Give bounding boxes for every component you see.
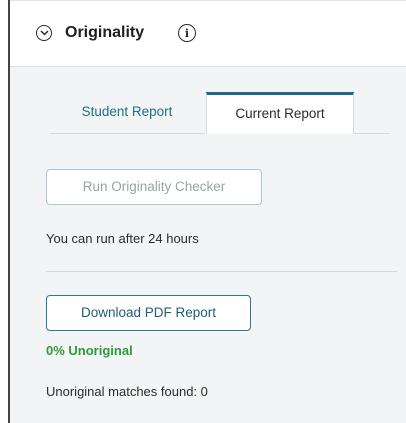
info-glyph: i bbox=[184, 26, 190, 40]
chevron-down-circle-icon[interactable] bbox=[36, 25, 52, 41]
tab-student-report[interactable]: Student Report bbox=[50, 92, 204, 134]
section-divider bbox=[46, 271, 397, 272]
chevron-down-icon bbox=[39, 30, 49, 36]
download-pdf-report-button[interactable]: Download PDF Report bbox=[46, 295, 251, 331]
tab-current-report-label: Current Report bbox=[235, 106, 325, 121]
download-pdf-report-label: Download PDF Report bbox=[80, 305, 217, 320]
run-originality-checker-label: Run Originality Checker bbox=[82, 179, 226, 194]
panel-title: Originality bbox=[65, 24, 145, 41]
tab-current-report[interactable]: Current Report bbox=[206, 92, 354, 134]
availability-note: You can run after 24 hours bbox=[46, 231, 199, 246]
tab-student-report-label: Student Report bbox=[81, 104, 173, 119]
unoriginal-matches-count: Unoriginal matches found: 0 bbox=[46, 384, 208, 399]
run-originality-checker-button: Run Originality Checker bbox=[46, 169, 262, 205]
unoriginal-score: 0% Unoriginal bbox=[46, 343, 133, 358]
info-icon[interactable]: i bbox=[178, 24, 196, 42]
tab-bar-underline bbox=[354, 133, 389, 134]
